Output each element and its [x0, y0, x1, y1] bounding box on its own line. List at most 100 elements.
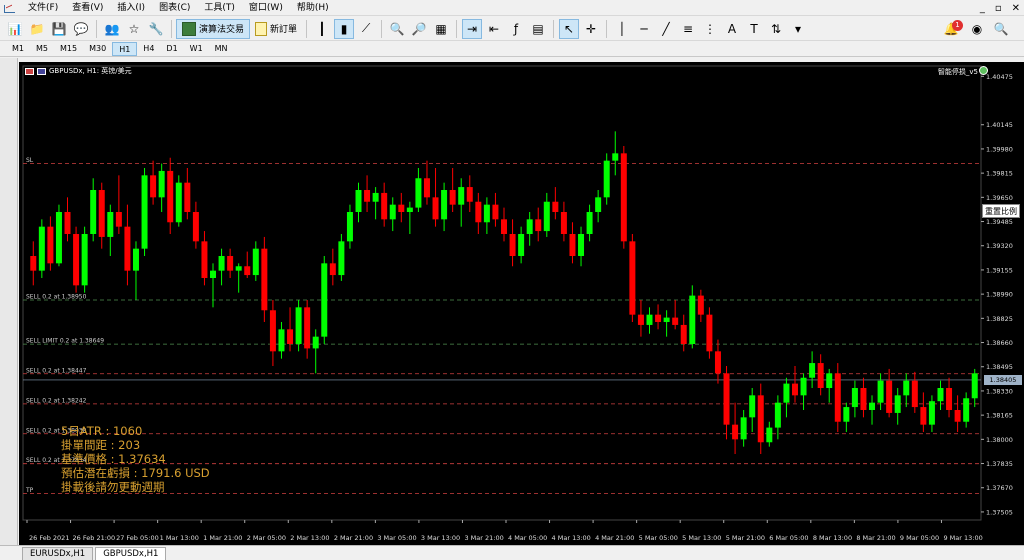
- candle-body: [115, 212, 122, 227]
- menu-view[interactable]: 查看(V): [65, 0, 110, 16]
- menu-insert[interactable]: 插入(I): [110, 0, 152, 16]
- stat-potential-loss: 預估潛在虧損 : 1791.6 USD: [61, 466, 210, 480]
- chart-tab[interactable]: EURUSDx,H1: [22, 547, 94, 560]
- order-level-label: SL: [26, 157, 34, 164]
- x-tick-label: 26 Feb 2021: [29, 534, 69, 542]
- timeframe-h4[interactable]: H4: [137, 42, 160, 56]
- timeframe-w1[interactable]: W1: [184, 42, 209, 56]
- expert-advisor-name: 智能停损_v5: [937, 68, 978, 76]
- x-tick-label: 2 Mar 05:00: [247, 534, 286, 542]
- order-level-label: SELL 0.2 at 1.38950: [26, 294, 87, 301]
- crosshair-icon[interactable]: ✛: [581, 19, 601, 39]
- y-tick-label: 1.39320: [986, 242, 1013, 250]
- candle-body: [732, 424, 739, 440]
- y-tick-label: 1.37670: [986, 484, 1013, 492]
- fibonacci-icon[interactable]: ⋮: [700, 19, 720, 39]
- close-button[interactable]: ✕: [1012, 3, 1020, 14]
- signals-icon[interactable]: ◉: [967, 19, 987, 39]
- y-tick-label: 1.37505: [986, 508, 1013, 516]
- x-tick-label: 9 Mar 13:00: [943, 534, 982, 542]
- toolbar-separator: [306, 19, 308, 38]
- candle-body: [672, 317, 679, 325]
- candle-body: [364, 190, 371, 202]
- tile-windows-icon[interactable]: ▦: [431, 19, 451, 39]
- candle-body: [501, 219, 507, 234]
- y-tick-label: 1.38495: [986, 363, 1013, 371]
- chart-shift-icon[interactable]: ⇤: [484, 19, 504, 39]
- chart-window[interactable]: 1.40475 1.40145 1.39980 1.39815 1.39650 1.394…: [19, 62, 1024, 545]
- arrows-icon[interactable]: ⇅: [766, 19, 786, 39]
- candle-body: [132, 248, 139, 271]
- toolbar-separator: [171, 19, 172, 38]
- candle-body: [312, 336, 319, 349]
- new-chart-icon[interactable]: 📊: [5, 19, 25, 39]
- new-order-button[interactable]: 新訂單: [250, 19, 302, 39]
- restore-button[interactable]: ▫: [995, 3, 1002, 14]
- chart-tab[interactable]: GBPUSDx,H1: [95, 547, 167, 560]
- candle-body: [774, 402, 781, 428]
- reset-zoom-button[interactable]: 重置比例: [982, 204, 1020, 218]
- us-flag-icon: [37, 67, 46, 75]
- menu-tools[interactable]: 工具(T): [197, 0, 242, 16]
- candle-body: [329, 263, 336, 276]
- expert-advisor-smile-icon[interactable]: [979, 66, 988, 75]
- tester-icon[interactable]: 🔧: [146, 19, 166, 39]
- candle-body: [278, 329, 285, 352]
- label-icon[interactable]: T: [744, 19, 764, 39]
- templates-icon[interactable]: ▤: [528, 19, 548, 39]
- candle-body: [903, 380, 910, 396]
- algo-trading-button[interactable]: 演算法交易: [176, 18, 251, 39]
- x-tick-label: 2 Mar 13:00: [290, 534, 329, 542]
- timeframe-h1[interactable]: H1: [112, 42, 138, 56]
- autoscroll-icon[interactable]: ⇥: [462, 18, 483, 39]
- timeframe-m15[interactable]: M15: [54, 42, 83, 56]
- horizontal-line-icon[interactable]: ─: [634, 19, 654, 39]
- algo-trading-icon: [182, 21, 196, 36]
- candle-body: [90, 190, 97, 234]
- timeframe-m1[interactable]: M1: [6, 42, 30, 56]
- candle-body: [227, 256, 234, 271]
- menu-bar: 文件(F) 查看(V) 插入(I) 图表(C) 工具(T) 窗口(W) 帮助(H…: [0, 0, 1024, 16]
- zoom-in-icon[interactable]: 🔍: [387, 19, 407, 39]
- notification-badge: 1: [952, 20, 963, 31]
- market-watch-icon[interactable]: 💬: [71, 19, 91, 39]
- shapes-dropdown-icon[interactable]: ▾: [788, 19, 808, 39]
- y-tick-label: 1.38825: [986, 315, 1013, 323]
- timeframe-d1[interactable]: D1: [160, 42, 183, 56]
- zoom-out-icon[interactable]: 🔎: [409, 19, 429, 39]
- menu-file[interactable]: 文件(F): [21, 0, 65, 16]
- order-level-label: SELL 0.2 at 1.38447: [26, 367, 87, 374]
- candle-body: [963, 398, 970, 422]
- candle-body: [55, 212, 62, 264]
- minimize-button[interactable]: _: [980, 3, 985, 14]
- channel-icon[interactable]: ≡: [678, 19, 698, 39]
- terminal-icon[interactable]: ☆: [124, 19, 144, 39]
- timeframe-m30[interactable]: M30: [83, 42, 112, 56]
- vertical-line-icon[interactable]: │: [612, 19, 632, 39]
- search-icon[interactable]: 🔍: [991, 19, 1011, 39]
- save-icon[interactable]: 💾: [49, 19, 69, 39]
- cursor-icon[interactable]: ↖: [559, 18, 580, 39]
- trendline-icon[interactable]: ╱: [656, 19, 676, 39]
- profiles-icon[interactable]: 📁: [27, 19, 47, 39]
- candle-body: [304, 307, 311, 349]
- line-chart-icon[interactable]: ⟋: [356, 19, 376, 39]
- timeframe-m5[interactable]: M5: [30, 42, 54, 56]
- candle-body: [663, 317, 670, 322]
- text-icon[interactable]: A: [722, 19, 742, 39]
- chart-title: GBPUSDx, H1: 英镑/美元: [25, 66, 132, 76]
- menu-help[interactable]: 帮助(H): [290, 0, 336, 16]
- indicators-icon[interactable]: ƒ: [506, 19, 526, 39]
- y-tick-label: 1.39485: [986, 218, 1013, 226]
- candle-body: [295, 307, 302, 344]
- navigator-icon[interactable]: 👥: [102, 19, 122, 39]
- candle-body: [877, 380, 884, 403]
- menu-window[interactable]: 窗口(W): [242, 0, 290, 16]
- x-tick-label: 4 Mar 13:00: [552, 534, 591, 542]
- menu-charts[interactable]: 图表(C): [152, 0, 197, 16]
- candle-body: [535, 219, 542, 232]
- candlestick-icon[interactable]: ▮: [334, 18, 355, 39]
- timeframe-mn[interactable]: MN: [209, 42, 234, 56]
- bar-chart-icon[interactable]: ┃: [312, 19, 332, 39]
- candle-body: [509, 234, 516, 256]
